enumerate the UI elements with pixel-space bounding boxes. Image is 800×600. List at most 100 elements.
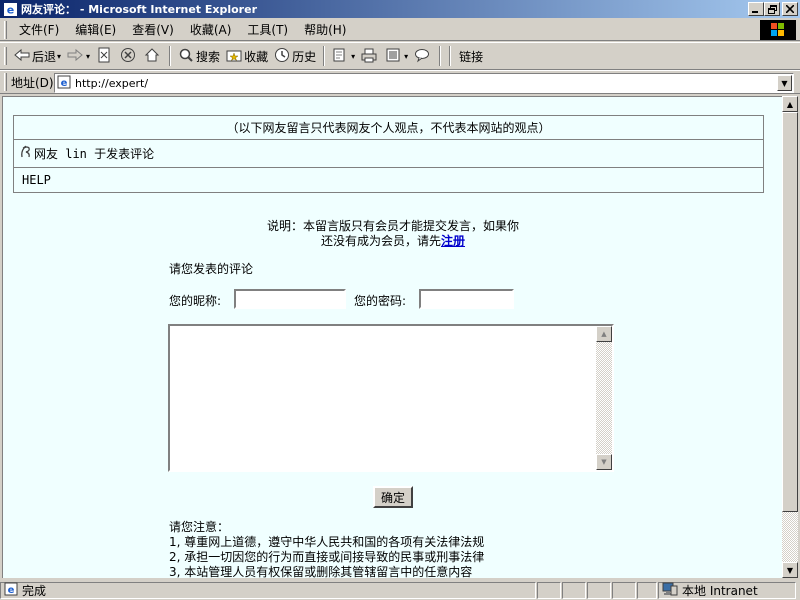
note-icon <box>20 145 33 162</box>
scroll-down-icon[interactable]: ▼ <box>782 562 798 578</box>
history-label: 历史 <box>292 49 317 64</box>
comment-textarea[interactable]: ▲ ▼ <box>168 324 614 472</box>
discuss-icon <box>414 47 432 66</box>
status-main: e 完成 <box>0 582 536 599</box>
forward-dropdown-icon[interactable]: ▾ <box>86 52 90 61</box>
status-panel-5 <box>637 582 657 599</box>
toolbar-separator <box>169 46 172 66</box>
rules-heading: 请您注意： <box>169 520 230 534</box>
svg-text:e: e <box>6 3 13 16</box>
menu-edit[interactable]: 编辑(E) <box>67 21 124 38</box>
menu-view[interactable]: 查看(V) <box>124 21 182 38</box>
forward-button[interactable]: ▾ <box>64 45 93 67</box>
notice-line-2: 还没有成为会员，请先注册 <box>3 234 782 249</box>
rule-item: 2, 承担一切因您的行为而直接或间接导致的民事或刑事法律 <box>169 550 485 564</box>
status-panel-3 <box>587 582 611 599</box>
rule-item: 1, 尊重网上道德，遵守中华人民共和国的各项有关法律法规 <box>169 535 485 549</box>
home-button[interactable] <box>141 45 165 67</box>
page-icon: e <box>57 75 71 92</box>
rules-section: 请您注意： 1, 尊重网上道德，遵守中华人民共和国的各项有关法律法规 2, 承担… <box>169 520 484 578</box>
print-button[interactable] <box>358 45 382 67</box>
windows-logo-icon <box>760 20 796 40</box>
ie-window: e 网友评论： - Microsoft Internet Explorer 文件… <box>0 0 800 600</box>
address-dropdown-icon[interactable]: ▼ <box>777 75 792 91</box>
address-bar: 地址(D) e http://expert/ ▼ <box>0 70 800 94</box>
member-notice: 说明：本留言版只有会员才能提交发言，如果你 还没有成为会员，请先注册 <box>3 219 782 249</box>
register-link[interactable]: 注册 <box>441 234 465 248</box>
address-grip[interactable] <box>4 73 7 91</box>
menu-favorites[interactable]: 收藏(A) <box>182 21 240 38</box>
back-dropdown-icon[interactable]: ▾ <box>57 52 61 61</box>
stop-button[interactable] <box>93 45 117 67</box>
textarea-scroll-down-icon[interactable]: ▼ <box>596 454 612 470</box>
forward-arrow-icon <box>67 48 85 65</box>
favorites-icon <box>226 47 244 66</box>
refresh-button[interactable] <box>117 45 141 67</box>
toolbar-separator <box>449 46 452 66</box>
comment-user-line: 网友 lin 于发表评论 <box>34 147 155 161</box>
scroll-up-icon[interactable]: ▲ <box>782 96 798 112</box>
toolbar-separator <box>439 46 442 66</box>
favorites-label: 收藏 <box>244 49 269 64</box>
edit-dropdown-icon[interactable]: ▾ <box>404 52 408 61</box>
menu-grip[interactable] <box>4 20 7 39</box>
restore-button[interactable] <box>764 2 780 16</box>
toolbar-separator <box>323 46 326 66</box>
menu-help[interactable]: 帮助(H) <box>296 21 354 38</box>
home-icon <box>144 47 162 66</box>
favorites-button[interactable]: 收藏 <box>223 45 271 67</box>
textarea-scroll-up-icon[interactable]: ▲ <box>596 326 612 342</box>
address-url: http://expert/ <box>75 76 149 90</box>
window-title: 网友评论： - Microsoft Internet Explorer <box>21 3 257 16</box>
comment-header: 网友 lin 于发表评论 <box>14 140 763 168</box>
toolbar-grip[interactable] <box>4 47 7 65</box>
menu-file[interactable]: 文件(F) <box>11 21 67 38</box>
disclaimer-text: （以下网友留言只代表网友个人观点，不代表本网站的观点） <box>14 116 763 140</box>
search-label: 搜索 <box>196 49 221 64</box>
status-panel-2 <box>562 582 586 599</box>
search-button[interactable]: 搜索 <box>175 45 223 67</box>
print-icon <box>361 47 379 66</box>
standard-toolbar: 后退 ▾ ▾ 搜索 收藏 历史 ▾ ▾ 链接 <box>0 42 800 70</box>
status-panel-1 <box>537 582 561 599</box>
ie-logo-icon: e <box>3 2 17 16</box>
edit-button[interactable]: ▾ <box>382 45 411 67</box>
stop-icon <box>96 47 114 66</box>
history-button[interactable]: 历史 <box>271 45 319 67</box>
minimize-button[interactable] <box>748 2 764 16</box>
status-text: 完成 <box>22 584 47 598</box>
nickname-input[interactable] <box>234 289 346 309</box>
back-arrow-icon <box>14 48 32 65</box>
search-icon <box>178 47 196 66</box>
history-icon <box>274 47 292 66</box>
zone-text: 本地 Intranet <box>682 584 758 598</box>
submit-button[interactable]: 确定 <box>373 486 413 508</box>
form-heading: 请您发表的评论 <box>169 262 254 276</box>
rule-item: 3, 本站管理人员有权保留或删除其管辖留言中的任意内容 <box>169 565 473 578</box>
back-label: 后退 <box>32 49 57 64</box>
textarea-scrollbar[interactable]: ▲ ▼ <box>596 326 612 470</box>
page-content: （以下网友留言只代表网友个人观点，不代表本网站的观点） 网友 lin 于发表评论… <box>2 96 782 578</box>
close-button[interactable] <box>782 2 798 16</box>
svg-text:e: e <box>61 78 68 89</box>
notice-line-1: 说明：本留言版只有会员才能提交发言，如果你 <box>266 219 519 233</box>
edit-icon <box>385 47 403 66</box>
status-bar: e 完成 本地 Intranet <box>0 580 800 600</box>
comment-table: （以下网友留言只代表网友个人观点，不代表本网站的观点） 网友 lin 于发表评论… <box>13 115 764 193</box>
status-page-icon: e <box>4 582 18 599</box>
notice-line-2-text: 还没有成为会员，请先 <box>320 234 441 248</box>
links-label[interactable]: 链接 <box>459 48 483 65</box>
password-label: 您的密码: <box>354 294 407 308</box>
mail-button[interactable]: ▾ <box>329 45 358 67</box>
scroll-thumb[interactable] <box>782 112 798 512</box>
back-button[interactable]: 后退 ▾ <box>11 45 64 67</box>
password-input[interactable] <box>419 289 514 309</box>
mail-dropdown-icon[interactable]: ▾ <box>351 52 355 61</box>
status-panel-4 <box>612 582 636 599</box>
nickname-label: 您的昵称: <box>169 294 222 308</box>
address-input[interactable]: e http://expert/ ▼ <box>54 73 794 93</box>
menu-tools[interactable]: 工具(T) <box>239 21 296 38</box>
page-scrollbar[interactable]: ▲ ▼ <box>782 96 798 578</box>
discuss-button[interactable] <box>411 45 435 67</box>
status-zone: 本地 Intranet <box>658 582 796 599</box>
